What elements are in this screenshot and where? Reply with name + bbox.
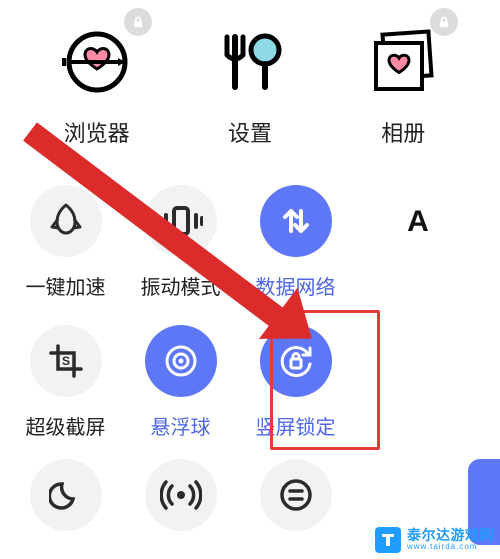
gallery-heart-icon xyxy=(363,22,443,102)
quick-settings-grid: 一键加速 振动模式 数据网络 xyxy=(0,174,500,543)
qs-screenshot[interactable]: S 超级截屏 xyxy=(8,319,123,459)
app-browser[interactable]: 浏览器 xyxy=(32,22,162,152)
qs-label: 一键加速 xyxy=(26,271,106,300)
qs-boost[interactable]: 一键加速 xyxy=(8,179,123,319)
qs-label: 竖屏锁定 xyxy=(256,411,336,440)
app-label: 浏览器 xyxy=(64,116,130,148)
watermark-url: www.tairda.com xyxy=(407,543,494,551)
screenshot-icon: S xyxy=(30,325,102,397)
data-swap-icon xyxy=(260,185,332,257)
cutlery-icon xyxy=(210,22,290,102)
app-settings[interactable]: 设置 xyxy=(185,22,315,152)
app-label: 相册 xyxy=(381,116,425,148)
qs-data[interactable]: 数据网络 xyxy=(238,179,353,319)
hotspot-icon xyxy=(145,459,217,531)
quick-settings-panel: { "apps": [ { "label": "浏览器", "icon": "h… xyxy=(0,0,500,559)
font-size-icon: A xyxy=(407,205,429,239)
app-row: 浏览器 设置 相册 xyxy=(0,0,500,158)
qs-label: 振动模式 xyxy=(141,271,221,300)
qs-menu[interactable] xyxy=(238,453,353,543)
qs-row-2: S 超级截屏 悬浮球 xyxy=(8,319,492,459)
moon-icon xyxy=(30,459,102,531)
rotation-lock-icon xyxy=(260,325,332,397)
app-label: 设置 xyxy=(228,116,272,148)
qs-label: 悬浮球 xyxy=(151,411,211,440)
svg-text:S: S xyxy=(62,354,70,368)
lock-icon xyxy=(430,8,458,36)
qs-font-size[interactable]: A xyxy=(353,179,483,319)
heart-target-icon xyxy=(57,22,137,102)
qs-night-mode[interactable] xyxy=(8,453,123,543)
vibrate-icon xyxy=(145,185,217,257)
app-gallery[interactable]: 相册 xyxy=(338,22,468,152)
qs-label: 数据网络 xyxy=(256,271,336,300)
lock-icon xyxy=(124,8,152,36)
watermark-title: 泰尔达游戏网 xyxy=(407,528,494,543)
qs-row-1: 一键加速 振动模式 数据网络 xyxy=(8,179,492,319)
qs-vibrate[interactable]: 振动模式 xyxy=(123,179,238,319)
watermark-badge-icon xyxy=(375,527,401,553)
qs-hotspot[interactable] xyxy=(123,453,238,543)
float-ball-icon xyxy=(145,325,217,397)
qs-label: 超级截屏 xyxy=(26,411,106,440)
list-icon xyxy=(260,459,332,531)
watermark: 泰尔达游戏网 www.tairda.com xyxy=(375,527,494,553)
boost-icon xyxy=(30,185,102,257)
qs-rotation-lock[interactable]: 竖屏锁定 xyxy=(238,319,353,459)
qs-float-ball[interactable]: 悬浮球 xyxy=(123,319,238,459)
